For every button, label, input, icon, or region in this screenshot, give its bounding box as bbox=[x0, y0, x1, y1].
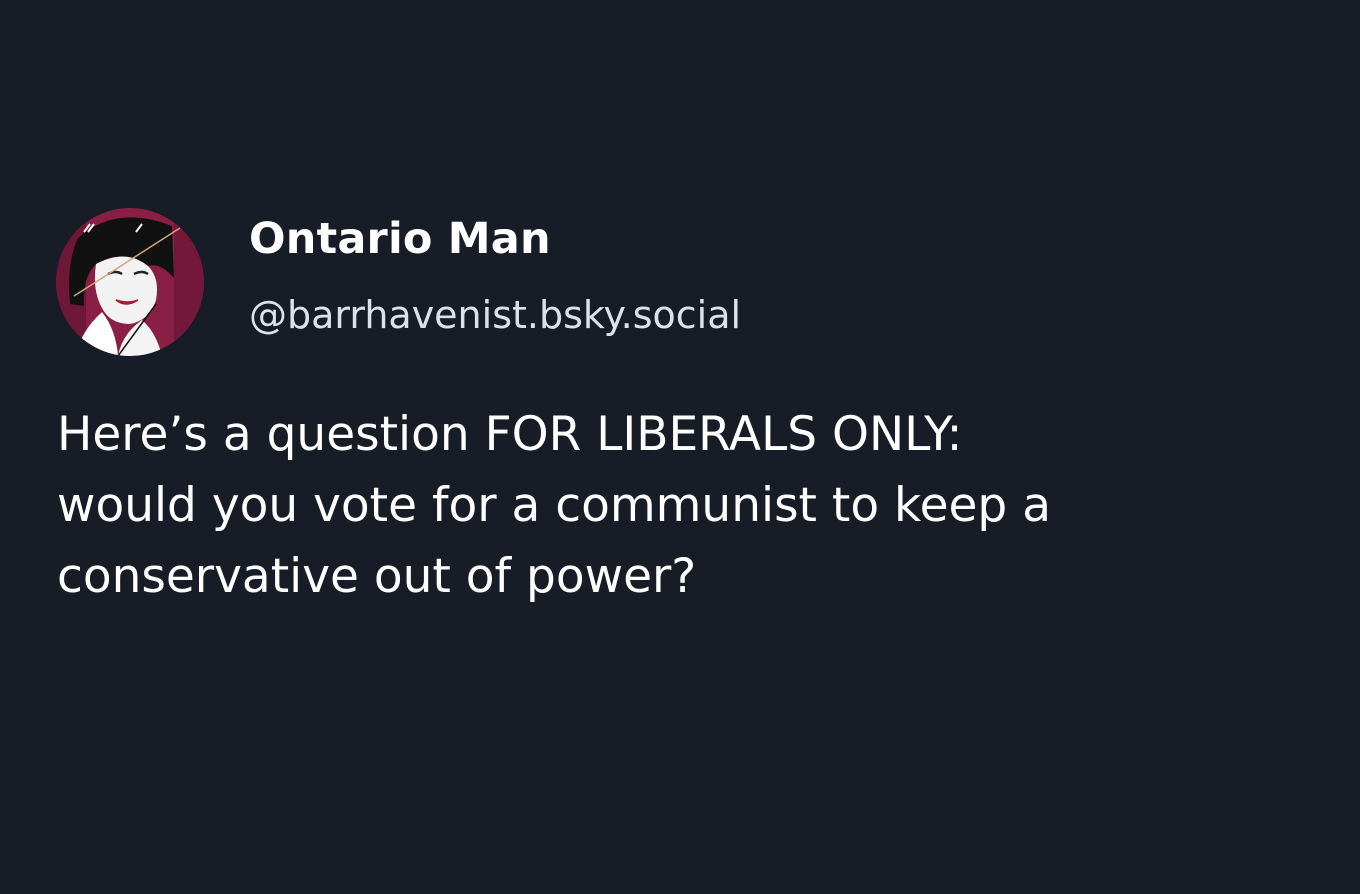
post-text-line: conservative out of power? bbox=[57, 549, 697, 604]
avatar-illustration-icon bbox=[56, 208, 204, 356]
author-avatar[interactable] bbox=[56, 208, 204, 356]
post-text-line: Here’s a question FOR LIBERALS ONLY: bbox=[57, 407, 963, 462]
post-card: Ontario Man @barrhavenist.bsky.social He… bbox=[0, 0, 1360, 894]
author-display-name[interactable]: Ontario Man bbox=[249, 211, 551, 267]
post-text-line: would you vote for a communist to keep a bbox=[57, 478, 1051, 533]
post-text: Here’s a question FOR LIBERALS ONLY: wou… bbox=[57, 399, 1317, 612]
author-handle[interactable]: @barrhavenist.bsky.social bbox=[249, 289, 741, 341]
